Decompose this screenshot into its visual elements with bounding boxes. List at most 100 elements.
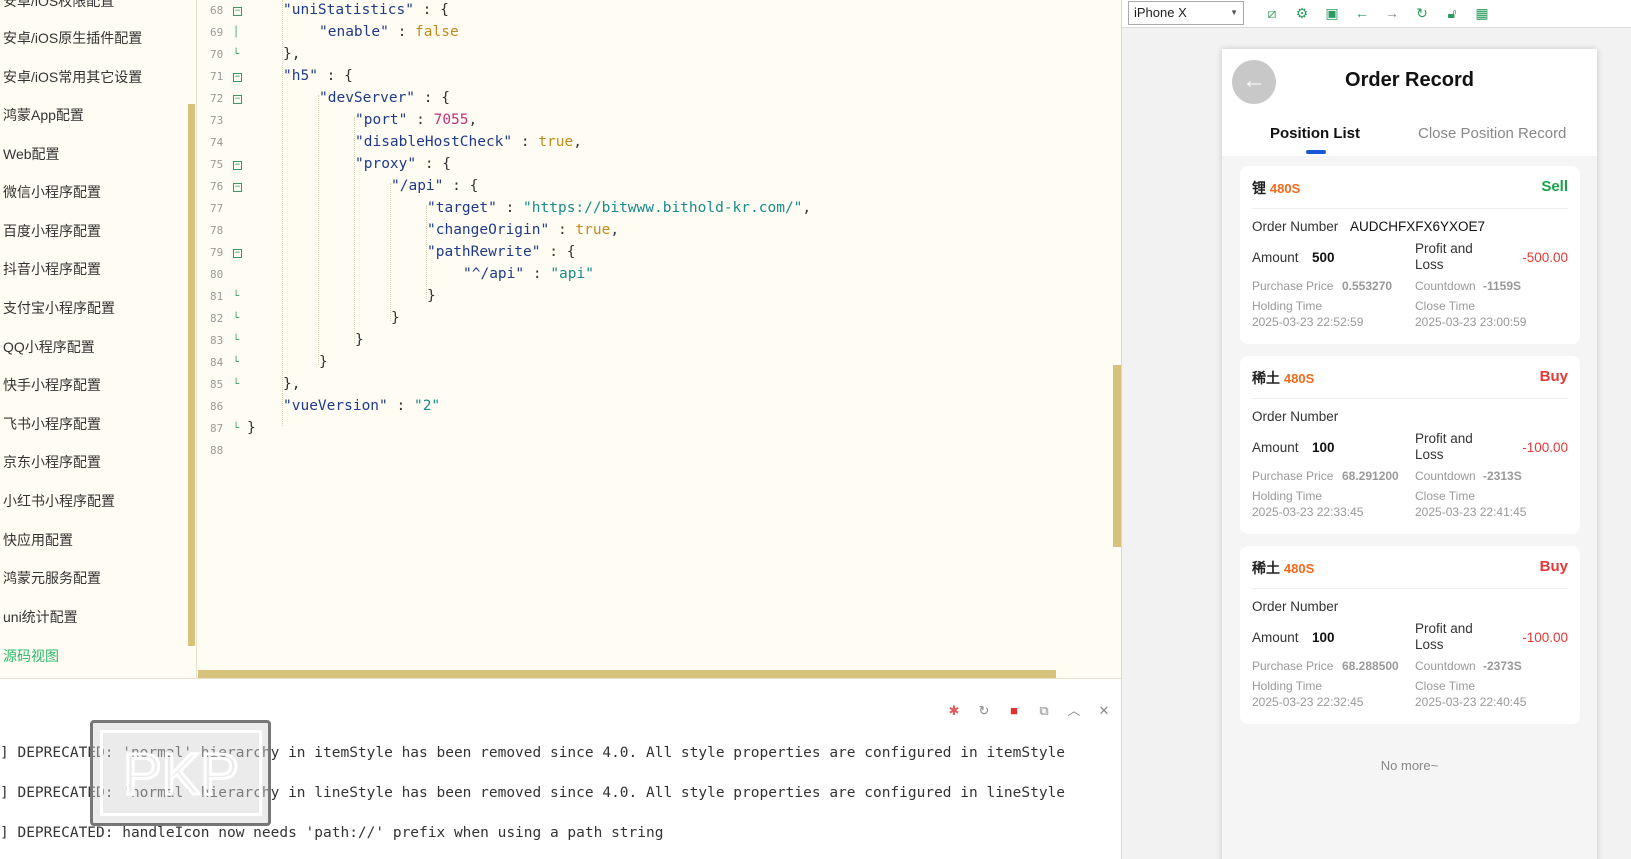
order-card[interactable]: 锂 480S Sell Order Number AUDCHFXFX6YXOE7…	[1240, 166, 1580, 344]
purchase-price-label: Purchase Price	[1252, 279, 1334, 293]
countdown-label: Countdown	[1415, 279, 1476, 293]
order-card[interactable]: 稀土 480S Buy Order Number Amount 100 Prof…	[1240, 356, 1580, 534]
sidebar-item-android-ios-other-settings[interactable]: 安卓/iOS常用其它设置	[3, 67, 142, 87]
sidebar-item-jd-miniprogram[interactable]: 京东小程序配置	[3, 452, 101, 472]
editor-vertical-scrollbar[interactable]	[1113, 365, 1121, 547]
unlock-icon[interactable]: 🔓︎	[1443, 4, 1461, 22]
code-line: "/api" : {	[391, 178, 479, 194]
sidebar-item-harmony-app[interactable]: 鸿蒙App配置	[3, 105, 84, 125]
collapse-up-icon[interactable]: ︿	[1066, 703, 1082, 719]
active-tab-indicator	[1306, 150, 1326, 154]
countdown-label: Countdown	[1415, 659, 1476, 673]
countdown-value: -2373S	[1483, 659, 1522, 673]
order-asset: 锂 480S	[1252, 180, 1301, 196]
line-number-gutter: 68 69 70 71 72 73 74 75 76 77 78 79 80 8…	[198, 0, 248, 678]
pnl-label: Profit and Loss	[1415, 241, 1473, 272]
divider	[1252, 588, 1568, 589]
purchase-price-value: 68.291200	[1342, 469, 1399, 483]
divider	[1252, 208, 1568, 209]
order-number-value: AUDCHFXFX6YXOE7	[1350, 219, 1486, 234]
code-editor[interactable]: 68 69 70 71 72 73 74 75 76 77 78 79 80 8…	[198, 0, 1122, 678]
sidebar-item-baidu-miniprogram[interactable]: 百度小程序配置	[3, 221, 101, 241]
restart-icon[interactable]: ↻	[976, 703, 992, 719]
phone-simulator: ← Order Record Position List Close Posit…	[1222, 49, 1597, 859]
sidebar-item-harmony-atomic-service[interactable]: 鸿蒙元服务配置	[3, 568, 101, 588]
code-line: }	[427, 288, 436, 304]
fold-toggle-icon[interactable]: −	[233, 95, 242, 104]
code-line: },	[283, 376, 301, 392]
device-select[interactable]: iPhone X ▼	[1128, 1, 1244, 25]
sidebar-item-quickapp[interactable]: 快应用配置	[3, 530, 73, 550]
stop-icon[interactable]: ■	[1006, 703, 1022, 719]
fold-end-icon: └	[233, 291, 240, 302]
sidebar-item-web[interactable]: Web配置	[3, 144, 60, 164]
editor-horizontal-scrollbar[interactable]	[198, 670, 1056, 678]
sidebar-item-xiaohongshu-miniprogram[interactable]: 小红书小程序配置	[3, 491, 115, 511]
code-line: "vueVersion" : "2"	[283, 398, 441, 414]
settings-icon[interactable]: ⚙	[1293, 4, 1311, 22]
holding-time-value: 2025-03-23 22:33:45	[1252, 505, 1364, 519]
holding-time-label: Holding Time	[1252, 299, 1323, 313]
sidebar-item-alipay-miniprogram[interactable]: 支付宝小程序配置	[3, 298, 115, 318]
watermark-text: PKP	[122, 742, 238, 807]
manifest-settings-sidebar: 安卓/iOS权限配置 安卓/iOS原生插件配置 安卓/iOS常用其它设置 鸿蒙A…	[0, 0, 197, 678]
close-time-label: Close Time	[1415, 489, 1476, 503]
refresh-icon[interactable]: ↻	[1413, 4, 1431, 22]
code-line: }	[355, 332, 364, 348]
purchase-price-value: 0.553270	[1342, 279, 1393, 293]
fold-toggle-icon[interactable]: −	[233, 161, 242, 170]
code-line: }	[391, 310, 400, 326]
sidebar-item-feishu-miniprogram[interactable]: 飞书小程序配置	[3, 414, 101, 434]
watermark-pkp-icon: PKP	[121, 741, 240, 809]
chevron-down-icon: ▼	[1230, 8, 1238, 17]
screenshot-icon[interactable]: ⧄	[1263, 4, 1281, 22]
preview-toolbar: iPhone X ▼ ⧄ ⚙ ▣ ← → ↻ 🔓︎ ▦	[1122, 0, 1631, 28]
sidebar-item-android-ios-permissions[interactable]: 安卓/iOS权限配置	[3, 0, 114, 11]
back-arrow-icon[interactable]: ←	[1353, 4, 1371, 22]
sidebar-item-wechat-miniprogram[interactable]: 微信小程序配置	[3, 182, 101, 202]
sidebar-item-kuaishou-miniprogram[interactable]: 快手小程序配置	[3, 375, 101, 395]
open-external-icon[interactable]: ⧉	[1036, 703, 1052, 719]
tab-position-list[interactable]: Position List	[1270, 125, 1360, 142]
line-number: 88	[210, 444, 224, 457]
page-header: ← Order Record Position List Close Posit…	[1222, 49, 1597, 156]
purchase-price-value: 68.288500	[1342, 659, 1399, 673]
sidebar-scrollbar[interactable]	[188, 104, 195, 646]
order-number-label: Order Number	[1252, 219, 1339, 234]
bug-icon[interactable]: ✱	[946, 703, 962, 719]
holding-time-label: Holding Time	[1252, 489, 1323, 503]
pnl-value: -100.00	[1522, 440, 1568, 455]
sidebar-item-douyin-miniprogram[interactable]: 抖音小程序配置	[3, 259, 101, 279]
clear-icon[interactable]: ✕	[1096, 703, 1112, 719]
sidebar-item-source-view[interactable]: 源码视图	[3, 646, 59, 666]
ide-window: 安卓/iOS权限配置 安卓/iOS原生插件配置 安卓/iOS常用其它设置 鸿蒙A…	[0, 0, 1631, 859]
fold-toggle-icon[interactable]: −	[233, 73, 242, 82]
close-time-value: 2025-03-23 23:00:59	[1415, 315, 1527, 329]
order-card[interactable]: 稀土 480S Buy Order Number Amount 100 Prof…	[1240, 546, 1580, 724]
qrcode-icon[interactable]: ▦	[1473, 4, 1491, 22]
amount-label: Amount	[1252, 630, 1299, 645]
tab-close-position-record[interactable]: Close Position Record	[1418, 125, 1566, 142]
forward-arrow-icon[interactable]: →	[1383, 4, 1401, 22]
sidebar-item-android-ios-native-plugins[interactable]: 安卓/iOS原生插件配置	[3, 28, 142, 48]
line-number: 77	[210, 202, 224, 215]
amount-label: Amount	[1252, 250, 1299, 265]
list-end-text: No more~	[1380, 758, 1439, 773]
devtools-icon[interactable]: ▣	[1323, 4, 1341, 22]
close-time-label: Close Time	[1415, 679, 1476, 693]
fold-end-icon: └	[233, 49, 240, 60]
sidebar-item-uni-statistics[interactable]: uni统计配置	[3, 607, 78, 627]
countdown-value: -2313S	[1483, 469, 1522, 483]
fold-toggle-icon[interactable]: −	[233, 183, 242, 192]
indent-guide	[354, 117, 355, 343]
code-line: "devServer" : {	[319, 90, 450, 106]
fold-toggle-icon[interactable]: −	[233, 7, 242, 16]
fold-toggle-icon[interactable]: −	[233, 249, 242, 258]
page-title: Order Record	[1345, 69, 1474, 91]
code-line: "port" : 7055,	[355, 112, 478, 128]
holding-time-value: 2025-03-23 22:52:59	[1252, 315, 1364, 329]
sidebar-item-qq-miniprogram[interactable]: QQ小程序配置	[3, 337, 95, 357]
amount-label: Amount	[1252, 440, 1299, 455]
close-time-label: Close Time	[1415, 299, 1476, 313]
purchase-price-label: Purchase Price	[1252, 659, 1334, 673]
